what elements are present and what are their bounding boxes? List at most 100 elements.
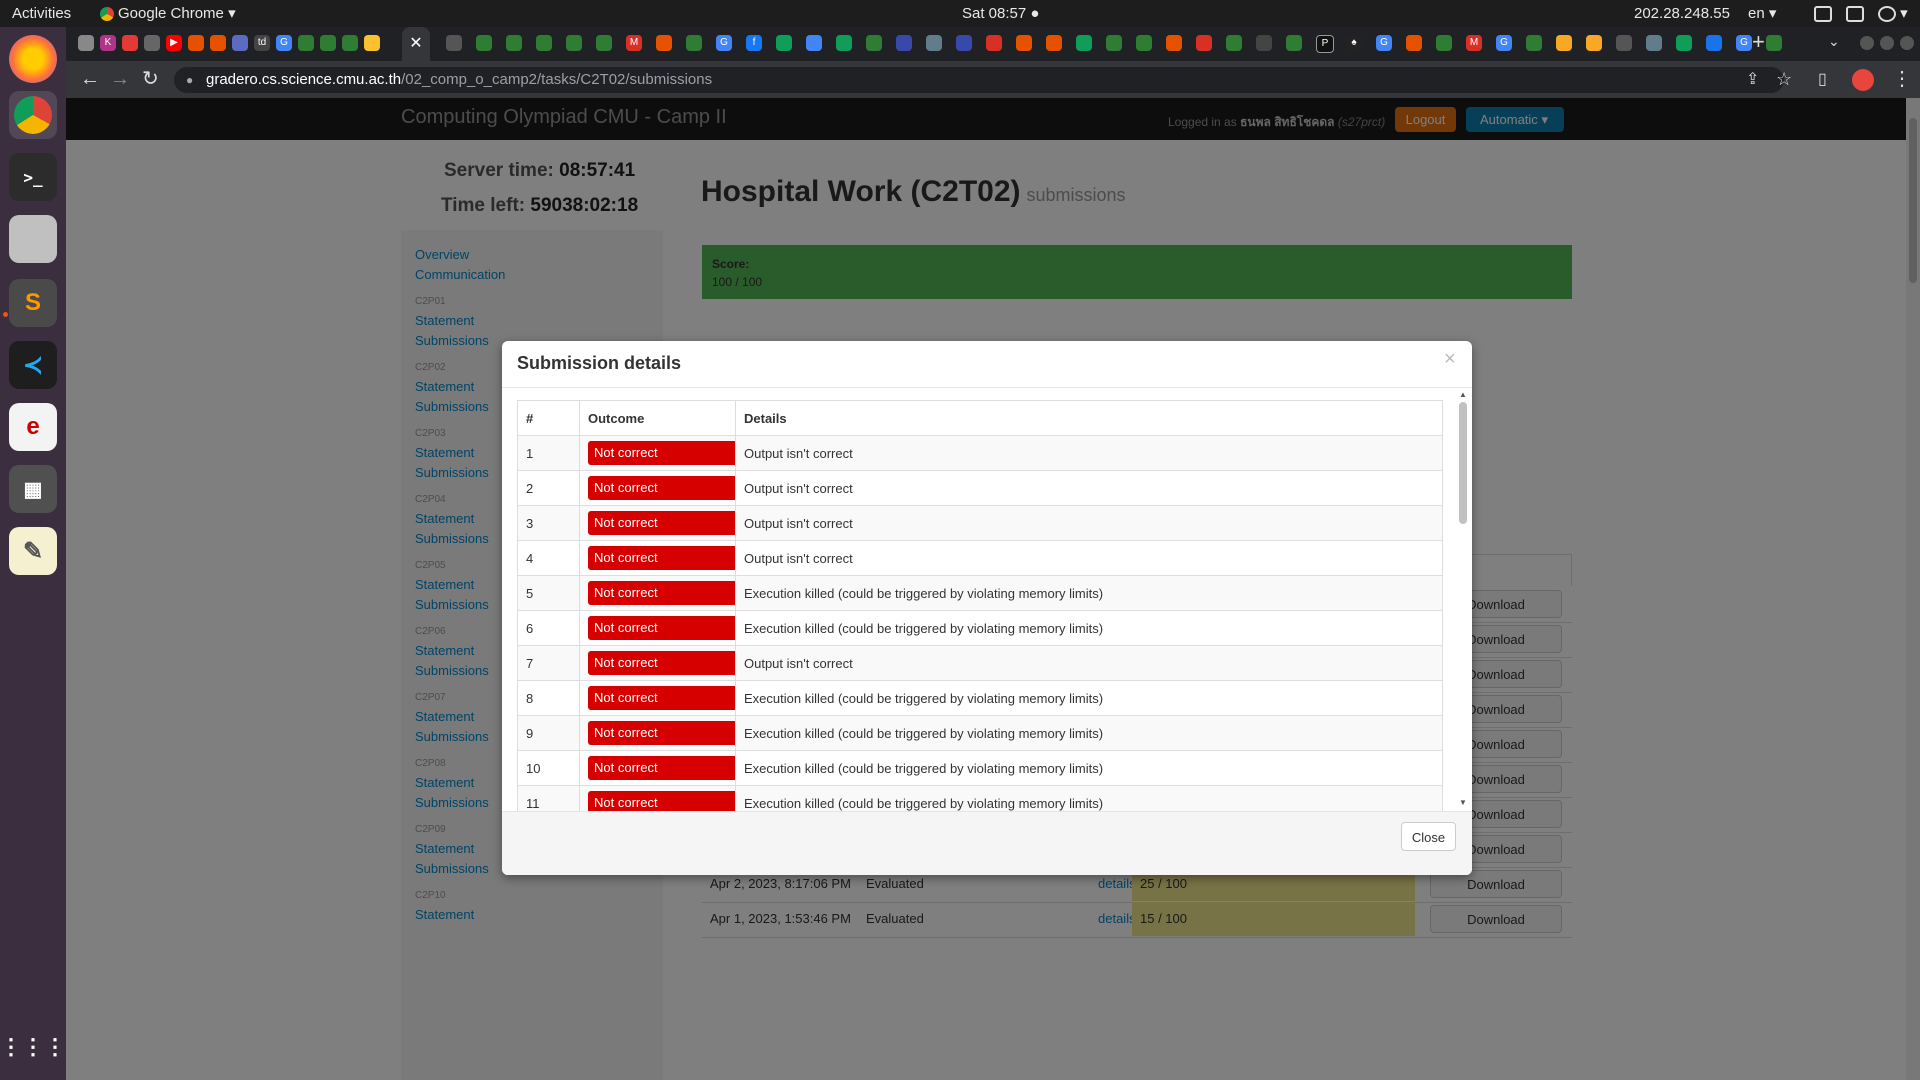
tab-favicon[interactable] xyxy=(1046,35,1062,51)
scroll-up-icon[interactable]: ▲ xyxy=(1459,390,1467,399)
files-icon[interactable] xyxy=(9,215,57,263)
docs-icon[interactable] xyxy=(806,35,822,51)
google-icon[interactable]: G xyxy=(716,35,732,51)
calculator-icon[interactable]: ▦ xyxy=(9,465,57,513)
tab-favicon[interactable] xyxy=(122,35,138,51)
tab-favicon[interactable] xyxy=(1286,35,1302,51)
tab-favicon[interactable] xyxy=(1616,35,1632,51)
tab-favicon[interactable] xyxy=(596,35,612,51)
menu-icon[interactable]: ⋮ xyxy=(1892,61,1912,98)
google-icon[interactable]: G xyxy=(276,35,292,51)
side-panel-icon[interactable]: ▯ xyxy=(1818,61,1827,98)
tab-favicon[interactable] xyxy=(188,35,204,51)
text-editor-icon[interactable]: ✎ xyxy=(9,527,57,575)
activities-button[interactable]: Activities xyxy=(12,0,71,27)
reload-icon[interactable]: ↻ xyxy=(142,61,159,98)
tab-favicon[interactable] xyxy=(342,35,358,51)
clock[interactable]: Sat 08:57 ● xyxy=(962,0,1039,27)
new-tab-button[interactable]: + xyxy=(1752,29,1765,55)
tab-favicon[interactable] xyxy=(1556,35,1572,51)
tab-favicon[interactable] xyxy=(232,35,248,51)
tab-favicon[interactable] xyxy=(1166,35,1182,51)
tab-favicon[interactable] xyxy=(1226,35,1242,51)
tab-favicon[interactable] xyxy=(986,35,1002,51)
modal-scrollbar-thumb[interactable] xyxy=(1459,402,1467,524)
ip-indicator[interactable]: 202.28.248.55 xyxy=(1634,0,1730,27)
tab-favicon[interactable]: td xyxy=(254,35,270,51)
tab-favicon[interactable] xyxy=(1706,35,1722,51)
show-applications-icon[interactable]: ⋮⋮⋮ xyxy=(0,1023,66,1071)
modal-scrollbar[interactable]: ▲ ▼ xyxy=(1457,388,1469,811)
tab-favicon[interactable] xyxy=(476,35,492,51)
tab-favicon[interactable]: P xyxy=(1316,35,1334,53)
active-tab[interactable]: ✕ xyxy=(402,27,430,61)
tab-favicon[interactable] xyxy=(1406,35,1422,51)
maximize-icon[interactable] xyxy=(1880,36,1894,50)
tab-favicon[interactable] xyxy=(298,35,314,51)
modal-body[interactable]: # Outcome Details 1 Not correct Output isn… xyxy=(502,388,1472,811)
vscode-icon[interactable]: ≺ xyxy=(9,341,57,389)
google-icon[interactable]: G xyxy=(1496,35,1512,51)
tab-favicon[interactable] xyxy=(1106,35,1122,51)
tab-favicon[interactable] xyxy=(144,35,160,51)
google-icon[interactable]: G xyxy=(1376,35,1392,51)
close-button[interactable]: Close xyxy=(1401,822,1456,851)
details-text: Output isn't correct xyxy=(735,540,1443,576)
tab-favicon[interactable] xyxy=(1676,35,1692,51)
tab-favicon[interactable] xyxy=(536,35,552,51)
tab-favicon[interactable] xyxy=(956,35,972,51)
tab-favicon[interactable]: ♠ xyxy=(1346,35,1362,51)
close-window-icon[interactable] xyxy=(1900,36,1914,50)
tab-favicon[interactable] xyxy=(1256,35,1272,51)
firefox-icon[interactable] xyxy=(9,35,57,83)
tab-favicon[interactable] xyxy=(1526,35,1542,51)
tab-favicon[interactable] xyxy=(1076,35,1092,51)
tab-favicon[interactable] xyxy=(656,35,672,51)
terminal-icon[interactable]: >_ xyxy=(9,153,57,201)
sheets-icon[interactable] xyxy=(836,35,852,51)
modal-header: Submission details × xyxy=(502,341,1472,388)
app-menu[interactable]: Google Chrome ▾ xyxy=(100,0,236,27)
language-indicator[interactable]: en ▾ xyxy=(1748,0,1776,27)
sublime-text-icon[interactable]: S xyxy=(9,279,57,327)
tab-favicon[interactable] xyxy=(926,35,942,51)
tab-favicon[interactable] xyxy=(506,35,522,51)
tab-favicon[interactable] xyxy=(78,35,94,51)
tab-search-icon[interactable]: ⌄ xyxy=(1828,33,1840,50)
tab-favicon[interactable] xyxy=(1646,35,1662,51)
tab-favicon[interactable] xyxy=(566,35,582,51)
tab-favicon[interactable] xyxy=(210,35,226,51)
drive-icon[interactable] xyxy=(776,35,792,51)
bookmark-star-icon[interactable]: ☆ xyxy=(1776,61,1792,98)
minimize-icon[interactable] xyxy=(1860,36,1874,50)
forward-icon[interactable]: → xyxy=(110,61,130,98)
facebook-icon[interactable]: f xyxy=(746,35,762,51)
tab-favicon[interactable] xyxy=(686,35,702,51)
document-viewer-icon[interactable]: e xyxy=(9,403,57,451)
close-icon[interactable]: ✕ xyxy=(409,35,422,52)
url-bar[interactable]: ● gradero.cs.science.cmu.ac.th/02_comp_o… xyxy=(174,67,1784,93)
tab-favicon[interactable] xyxy=(1136,35,1152,51)
gmail-icon[interactable]: M xyxy=(1466,35,1482,51)
google-icon[interactable]: G xyxy=(1736,35,1752,51)
tab-favicon[interactable] xyxy=(866,35,882,51)
tab-favicon[interactable] xyxy=(896,35,912,51)
back-icon[interactable]: ← xyxy=(80,61,100,98)
chrome-dock-icon[interactable] xyxy=(9,91,57,139)
tab-favicon[interactable] xyxy=(1586,35,1602,51)
youtube-icon[interactable]: ▶ xyxy=(166,35,182,51)
tab-favicon[interactable]: K xyxy=(100,35,116,51)
tab-favicon[interactable] xyxy=(1016,35,1032,51)
gmail-icon[interactable]: M xyxy=(626,35,642,51)
scroll-down-icon[interactable]: ▼ xyxy=(1459,798,1467,807)
close-icon[interactable]: × xyxy=(1444,348,1456,371)
tab-favicon[interactable] xyxy=(320,35,336,51)
tab-favicon[interactable] xyxy=(1766,35,1782,51)
tab-favicon[interactable] xyxy=(1436,35,1452,51)
profile-avatar[interactable] xyxy=(1852,69,1874,91)
tab-favicon[interactable] xyxy=(446,35,462,51)
tab-favicon[interactable] xyxy=(364,35,380,51)
tab-favicon[interactable] xyxy=(1196,35,1212,51)
share-icon[interactable]: ⇪ xyxy=(1746,61,1759,98)
system-tray[interactable]: ▾ xyxy=(1800,0,1908,27)
